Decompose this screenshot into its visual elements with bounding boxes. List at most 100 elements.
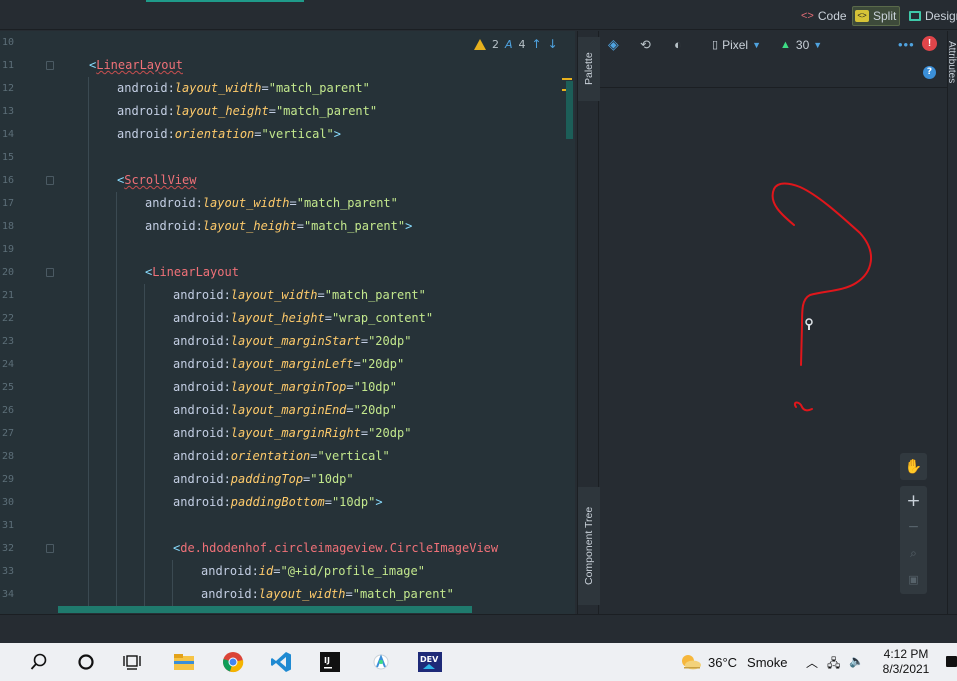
network-icon[interactable]: 🖧 xyxy=(827,654,840,675)
code-text: android:layout_width="match_parent" xyxy=(117,77,370,100)
code-token: = xyxy=(324,495,332,509)
split-view-button[interactable]: <> Split xyxy=(852,6,901,26)
taskbar-clock[interactable]: 4:12 PM 8/3/2021 xyxy=(878,647,934,677)
fold-marker-icon[interactable] xyxy=(46,268,54,277)
weather-icon xyxy=(682,655,701,670)
horizontal-scrollbar-thumb[interactable] xyxy=(58,606,472,613)
code-token: orientation xyxy=(230,449,311,463)
code-token: layout_height xyxy=(202,219,297,233)
line-number: 26 xyxy=(2,405,15,416)
file-explorer-icon[interactable] xyxy=(172,651,196,673)
zoom-out-icon[interactable]: − xyxy=(900,517,927,537)
api-level-label: 30 xyxy=(795,37,810,52)
fold-marker-icon[interactable] xyxy=(46,544,54,553)
zoom-in-icon[interactable]: + xyxy=(900,491,927,511)
indent-guide xyxy=(144,284,145,307)
indent-guide xyxy=(88,284,89,307)
inspection-indicators[interactable]: 2 A 4 ↑ ↓ xyxy=(474,37,558,51)
line-number: 29 xyxy=(2,474,15,485)
code-line: 12 android:layout_width="match_parent" xyxy=(0,77,575,100)
code-text: <LinearLayout xyxy=(89,54,183,77)
help-icon[interactable]: ? xyxy=(923,66,936,79)
code-token: = xyxy=(360,426,369,440)
code-line: 34 android:layout_width="match_parent" xyxy=(0,583,575,606)
vscode-icon[interactable] xyxy=(269,651,293,673)
previous-highlight-icon[interactable]: ↑ xyxy=(532,37,542,51)
code-token: LinearLayout xyxy=(96,58,183,72)
code-token: = xyxy=(261,81,269,95)
code-token: android: xyxy=(145,219,203,233)
indent-guide xyxy=(116,560,117,583)
design-view-label: Design xyxy=(925,9,957,23)
code-token: = xyxy=(310,449,318,463)
layers-icon[interactable]: ◈ xyxy=(608,36,619,53)
code-editor[interactable]: 10 11 <LinearLayout 12 android:layout_width=… xyxy=(0,31,575,614)
api-level-selector[interactable]: ▲ 30 ▼ xyxy=(780,36,822,53)
scribble-dot xyxy=(793,401,813,412)
notification-icon[interactable] xyxy=(946,656,957,667)
weather-widget[interactable]: 36°C Smoke xyxy=(680,653,788,671)
line-number: 24 xyxy=(2,359,15,370)
code-token: "20dp" xyxy=(368,334,412,348)
orientation-icon[interactable]: ⟲ xyxy=(640,36,651,53)
task-view-icon[interactable] xyxy=(122,651,144,673)
indent-guide xyxy=(88,215,89,238)
line-number: 25 xyxy=(2,382,15,393)
line-number: 13 xyxy=(2,106,15,117)
intellij-icon[interactable]: IJ xyxy=(318,651,342,673)
dev-app-icon[interactable]: DEV xyxy=(417,651,443,673)
line-number: 30 xyxy=(2,497,15,508)
volume-icon[interactable]: 🔈 xyxy=(849,654,864,675)
device-selector[interactable]: ▯ Pixel ▼ xyxy=(712,36,761,53)
code-token: "match_parent" xyxy=(352,587,454,601)
attributes-tab[interactable]: Attributes xyxy=(948,41,957,83)
code-line: 27 android:layout_marginRight="20dp" xyxy=(0,422,575,445)
chrome-icon[interactable] xyxy=(221,651,245,673)
indent-guide xyxy=(144,537,145,560)
code-line: 15 xyxy=(0,146,575,169)
indent-guide xyxy=(88,192,89,215)
cortana-icon[interactable] xyxy=(75,651,97,673)
svg-text:DEV: DEV xyxy=(420,655,439,664)
code-text: android:paddingTop="10dp" xyxy=(173,468,354,491)
code-token: = xyxy=(254,127,262,141)
line-number: 22 xyxy=(2,313,15,324)
fold-marker-icon[interactable] xyxy=(46,176,54,185)
warning-icon xyxy=(474,38,486,50)
indent-guide xyxy=(116,422,117,445)
code-token: android: xyxy=(173,311,231,325)
palette-tab[interactable]: Palette xyxy=(578,37,600,101)
night-mode-icon[interactable]: ◐ xyxy=(674,36,682,53)
android-studio-icon[interactable] xyxy=(369,651,393,673)
code-text: <ScrollView xyxy=(117,169,196,192)
indent-guide xyxy=(116,583,117,606)
design-view-button[interactable]: Design xyxy=(909,6,957,26)
line-number: 32 xyxy=(2,543,15,554)
fold-marker-icon[interactable] xyxy=(46,61,54,70)
chevron-up-icon[interactable]: ︿ xyxy=(806,654,818,675)
component-tree-tab[interactable]: Component Tree xyxy=(578,487,600,605)
code-token: "match_parent" xyxy=(303,219,406,233)
code-view-button[interactable]: <> Code xyxy=(801,6,847,26)
zoom-actual-size-icon[interactable]: ▣ xyxy=(900,569,927,589)
code-token: paddingTop xyxy=(230,472,304,486)
wrench-icon xyxy=(805,318,813,330)
zoom-to-fit-icon[interactable]: ⌕ xyxy=(900,543,927,563)
pan-icon[interactable]: ✋ xyxy=(900,453,927,480)
next-highlight-icon[interactable]: ↓ xyxy=(548,37,558,51)
line-number: 10 xyxy=(2,37,15,48)
more-options-icon[interactable]: ••• xyxy=(898,36,915,53)
search-icon[interactable] xyxy=(28,651,50,673)
system-tray: ︿ 🖧 🔈 xyxy=(806,654,864,675)
code-token: android: xyxy=(173,403,231,417)
code-text: android:layout_width="match_parent" xyxy=(201,583,454,606)
indent-guide xyxy=(88,537,89,560)
code-text: <de.hdodenhof.circleimageview.CircleImag… xyxy=(173,537,498,560)
line-number: 23 xyxy=(2,336,15,347)
code-token: = xyxy=(268,104,276,118)
indent-guide xyxy=(88,146,89,169)
indent-guide xyxy=(116,376,117,399)
left-tool-strip: Palette Component Tree xyxy=(577,31,600,614)
vertical-scrollbar-thumb[interactable] xyxy=(566,81,573,139)
error-indicator-icon[interactable]: ! xyxy=(922,36,937,51)
